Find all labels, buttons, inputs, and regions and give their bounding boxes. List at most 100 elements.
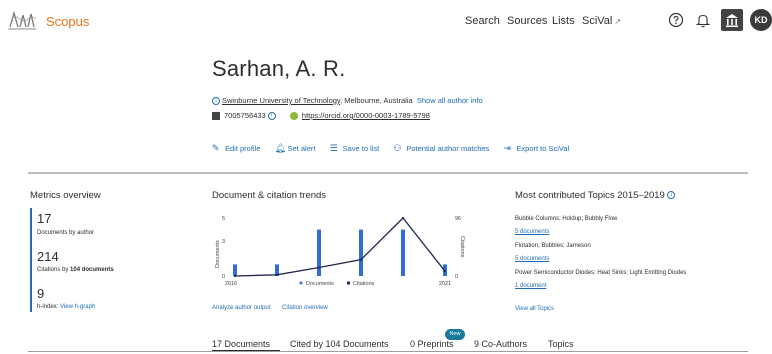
bell-icon[interactable] (693, 10, 713, 30)
y-left-tick-label: 0 (222, 274, 225, 280)
topic-name: Bubble Columns; Holdup; Bubbly Flow (515, 216, 618, 222)
citation-overview-link[interactable]: Citation overview (282, 305, 328, 311)
documents-bar (317, 229, 321, 276)
external-link-icon: ↗ (614, 17, 622, 26)
export-to-scival-label: Export to SciVal (516, 144, 570, 153)
analyze-author-output-link[interactable]: Analyze author output (212, 305, 270, 311)
documents-bar (359, 229, 363, 276)
document-citation-trend-chart: Documents Citations5309602016 2021Document… (215, 216, 465, 287)
citations-count: 214 (37, 249, 59, 264)
affiliation-row: i Swinburne University of Technology, Mel… (212, 96, 483, 106)
potential-author-matches-button[interactable]: ⚇ Potential author matches (393, 143, 489, 154)
citations-point (317, 266, 321, 269)
h-index-value: 9 (37, 286, 45, 301)
edit-profile-label: Edit profile (225, 144, 261, 153)
legend-citations-marker (347, 281, 350, 285)
citations-point (359, 258, 363, 261)
citations-line (234, 217, 446, 277)
export-icon: ⇥ (503, 143, 511, 153)
people-icon: ⚇ (393, 143, 402, 153)
y-axis-left-label: Documents (215, 240, 221, 268)
h-index-label: h-index: View h-graph (37, 304, 95, 310)
author-actions: ✎ Edit profile 🔔︎ Set alert ☰ Save to list … (212, 143, 581, 154)
y-axis-right-label: Citations (459, 236, 465, 258)
chart-links: Analyze author output Citation overview (212, 305, 338, 311)
bell-outline-icon: 🔔︎ (274, 143, 286, 153)
set-alert-button[interactable]: 🔔︎ Set alert (275, 143, 316, 154)
topic-documents-link[interactable]: 5 documents (515, 229, 549, 235)
trends-title: Document & citation trends (212, 190, 327, 201)
tab-documents[interactable]: 17 Documents (212, 339, 270, 349)
info-icon: i (212, 97, 220, 106)
elsevier-logo[interactable] (6, 9, 38, 31)
metrics-accent-bar (30, 208, 32, 312)
topic-documents-link[interactable]: 1 document (515, 283, 546, 289)
scopus-brand[interactable]: Scopus (46, 14, 89, 29)
scopus-author-id: 7005756433 (224, 111, 266, 120)
citations-point (275, 273, 279, 276)
tab-topics[interactable]: Topics (548, 339, 574, 349)
topic-name: Power Semiconductor Diodes; Heat Sinks; … (515, 270, 687, 276)
tabs-divider (28, 351, 748, 352)
show-all-author-info-link[interactable]: Show all author info (417, 96, 483, 105)
h-index-label-text: h-index: (37, 304, 61, 310)
scopus-id-icon (212, 112, 220, 121)
documents-bar (233, 264, 237, 276)
affiliation-location: , Melbourne, Australia (340, 96, 413, 105)
affiliation-link[interactable]: Swinburne University of Technology (222, 96, 340, 105)
legend-documents-label: Documents (306, 281, 334, 287)
potential-author-matches-label: Potential author matches (406, 144, 490, 153)
nav-scival[interactable]: SciVal ↗ (582, 15, 621, 27)
list-icon: ☰ (329, 143, 338, 153)
info-icon[interactable]: i (667, 191, 676, 200)
identifier-row: 7005756433 i https://orcid.org/0000-0003… (212, 111, 430, 121)
user-avatar[interactable]: KD (750, 9, 772, 31)
help-icon[interactable] (666, 10, 686, 30)
orcid-link[interactable]: https://orcid.org/0000-0003-1789-5798 (302, 111, 430, 120)
export-to-scival-button[interactable]: ⇥ Export to SciVal (503, 143, 569, 154)
new-badge: New (445, 329, 465, 340)
documents-count: 17 (37, 211, 52, 226)
nav-lists[interactable]: Lists (552, 15, 575, 27)
view-all-topics-link[interactable]: View all Topics (515, 306, 554, 312)
tab-preprints[interactable]: 0 Preprints (410, 339, 454, 349)
orcid-icon (289, 112, 298, 121)
metrics-overview-title: Metrics overview (30, 190, 101, 201)
view-h-graph-link[interactable]: View h-graph (60, 304, 95, 310)
institution-icon[interactable] (721, 9, 743, 31)
citations-point (233, 274, 237, 278)
y-left-tick-label: 5 (222, 216, 225, 222)
legend-documents-marker (299, 281, 303, 285)
top-navigation-bar: Scopus Search Sources Lists SciVal ↗ KD (0, 0, 772, 44)
save-to-list-button[interactable]: ☰ Save to list (330, 143, 380, 154)
nav-sources[interactable]: Sources (507, 15, 547, 27)
tab-cited-by[interactable]: Cited by 104 Documents (290, 339, 389, 349)
citations-documents-count: 104 documents (70, 267, 114, 273)
x-tick-label: 2021 (439, 281, 451, 287)
x-tick-label: 2016 (225, 281, 237, 287)
topics-title: Most contributed Topics 2015–2019 i (515, 190, 677, 201)
edit-profile-button[interactable]: ✎ Edit profile (212, 143, 260, 154)
topics-title-text: Most contributed Topics 2015–2019 (515, 190, 665, 201)
save-to-list-label: Save to list (342, 144, 380, 153)
topic-documents-link[interactable]: 5 documents (515, 256, 549, 262)
y-left-tick-label: 3 (222, 239, 225, 245)
documents-bar (401, 229, 405, 276)
nav-scival-label: SciVal (582, 15, 613, 27)
tab-co-authors[interactable]: 9 Co-Authors (474, 339, 527, 349)
citations-point (401, 216, 405, 220)
y-right-tick-label: 96 (455, 216, 461, 222)
documents-label: Documents by author (37, 230, 95, 236)
citations-point (443, 270, 447, 273)
author-name: Sarhan, A. R. (212, 56, 346, 81)
citations-label: Citations by 104 documents (37, 267, 114, 273)
pencil-icon: ✎ (212, 143, 220, 153)
set-alert-label: Set alert (287, 144, 316, 153)
y-right-tick-label: 0 (455, 274, 458, 280)
legend-citations-label: Citations (353, 281, 375, 287)
info-icon[interactable]: i (267, 112, 276, 121)
section-divider (28, 172, 748, 174)
nav-search[interactable]: Search (465, 15, 500, 27)
citations-label-text: Citations by (37, 267, 71, 273)
topic-name: Flotation; Bubbles; Jameson (515, 243, 591, 249)
